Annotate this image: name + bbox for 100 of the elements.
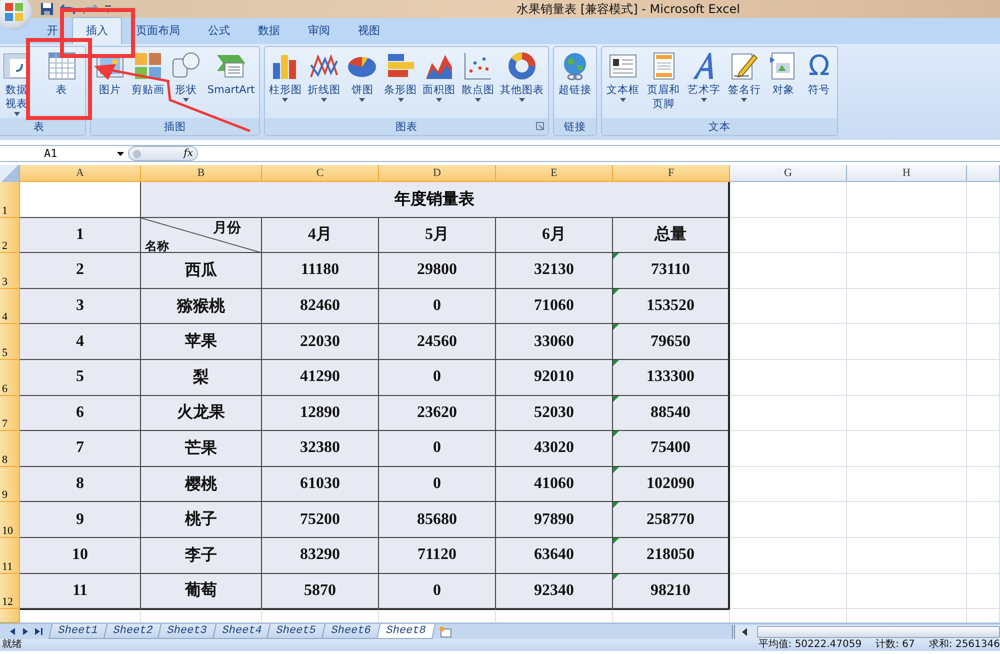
table-cell: 85680 <box>379 502 496 538</box>
table-cell: 2 <box>20 253 141 289</box>
horizontal-scrollbar[interactable] <box>732 624 1000 639</box>
column-header[interactable]: G <box>730 165 847 182</box>
row-header[interactable]: 8 <box>0 431 20 467</box>
column-header[interactable]: E <box>496 165 613 182</box>
column-header[interactable]: D <box>379 165 496 182</box>
column-header[interactable]: A <box>20 165 141 182</box>
ribbon-button[interactable]: 页眉和 页脚 <box>643 49 684 118</box>
scroll-left-icon[interactable] <box>741 628 749 636</box>
ribbon-tab[interactable]: 视图 <box>344 17 394 44</box>
row-header[interactable]: 6 <box>0 360 20 396</box>
ribbon-button[interactable]: 柱形图 <box>266 49 305 118</box>
ribbon-tab[interactable]: 开 <box>33 17 72 44</box>
table-cell: 葡萄 <box>141 574 262 610</box>
table-cell: 52030 <box>496 396 613 432</box>
row-header[interactable]: 4 <box>0 288 20 324</box>
ribbon-tab[interactable]: 数据 <box>244 17 294 44</box>
row-header[interactable]: 2 <box>0 218 20 254</box>
sheet-tab[interactable]: Sheet6 <box>321 624 380 640</box>
table-cell <box>967 288 1000 324</box>
first-sheet-icon[interactable] <box>8 627 17 636</box>
row-header[interactable]: 3 <box>0 253 20 289</box>
save-icon[interactable] <box>40 2 54 16</box>
office-button[interactable] <box>0 0 32 30</box>
ribbon-button[interactable]: 折线图 <box>304 49 344 118</box>
redo-icon[interactable] <box>82 2 98 16</box>
ribbon-button[interactable]: 其他图表 <box>497 49 548 118</box>
column-header[interactable]: C <box>262 165 379 182</box>
ribbon-button[interactable]: 饼图 <box>343 49 382 118</box>
table-cell: 4 <box>20 324 141 360</box>
scroll-thumb[interactable] <box>757 626 1000 638</box>
column-header[interactable]: F <box>613 165 730 182</box>
table-cell: 97890 <box>496 502 613 538</box>
table-cell: 29800 <box>379 253 496 289</box>
name-box[interactable]: A1 <box>0 146 128 161</box>
select-all-button[interactable] <box>0 165 20 182</box>
row-header[interactable]: 11 <box>0 538 20 574</box>
resize-handle[interactable] <box>133 150 141 158</box>
table-cell: 0 <box>379 574 496 610</box>
ribbon-button[interactable]: 文本框 <box>603 49 644 118</box>
dialog-launcher-icon[interactable] <box>536 122 544 130</box>
ribbon-button[interactable]: 剪贴画 <box>128 49 168 118</box>
insert-sheet-icon[interactable] <box>438 626 452 638</box>
ribbon-tab[interactable]: 插入 <box>72 17 122 44</box>
table-cell: 258770 <box>613 502 730 538</box>
table-cell: 92010 <box>496 360 613 396</box>
row-header[interactable]: 10 <box>0 502 20 538</box>
table-cell: 73110 <box>613 253 730 289</box>
table-cell: 12890 <box>262 396 379 432</box>
ribbon-button[interactable]: 面积图 <box>420 49 459 118</box>
ribbon-button[interactable]: 散点图 <box>458 49 498 118</box>
ribbon-button[interactable]: 超链接 <box>555 49 595 118</box>
ribbon-button[interactable]: 形状 <box>168 49 204 118</box>
column-header[interactable]: B <box>141 165 262 182</box>
sheet-tab[interactable]: Sheet4 <box>212 624 272 640</box>
ribbon-button[interactable]: Ω 符号 <box>802 49 836 118</box>
ribbon-button[interactable]: 艺术字 <box>684 49 724 118</box>
ribbon-tab[interactable]: 审阅 <box>294 17 344 44</box>
table-cell: 1 <box>20 218 141 254</box>
row-header[interactable]: 7 <box>0 396 20 432</box>
table-cell: 63640 <box>496 538 613 574</box>
column-header[interactable] <box>967 165 1000 182</box>
table-cell: 桃子 <box>141 502 262 538</box>
caret-icon <box>117 152 124 156</box>
ribbon-tab[interactable]: 公式 <box>194 17 244 44</box>
table-cell: 32380 <box>262 431 379 467</box>
table-cell: 33060 <box>496 324 613 360</box>
table-cell: 4月 <box>262 218 379 254</box>
row-header[interactable]: 5 <box>0 324 20 360</box>
ribbon-tab[interactable]: 页面布局 <box>122 17 194 44</box>
last-sheet-icon[interactable] <box>34 627 43 636</box>
sheet-tab[interactable]: Sheet8 <box>376 624 435 640</box>
table-cell: 7 <box>20 431 141 467</box>
ribbon-button[interactable]: 条形图 <box>381 49 420 118</box>
table-cell: 82460 <box>262 288 379 324</box>
ribbon-button[interactable]: 数据 视表 <box>0 49 39 118</box>
table-cell: 0 <box>379 466 496 502</box>
customize-menu-icon[interactable] <box>104 4 112 14</box>
ribbon-button[interactable]: SmartArt <box>204 49 258 118</box>
table-cell: 6月 <box>496 218 613 254</box>
sheet-tab[interactable]: Sheet3 <box>158 624 216 640</box>
row-header[interactable]: 1 <box>0 182 20 218</box>
row-header[interactable]: 9 <box>0 466 20 502</box>
table-cell: 10 <box>20 538 141 574</box>
undo-icon[interactable] <box>60 2 76 16</box>
table-cell: 24560 <box>379 324 496 360</box>
table-cell <box>967 431 1000 467</box>
table-cell <box>967 218 1000 254</box>
sheet-tab[interactable]: Sheet2 <box>103 624 162 640</box>
row-header[interactable]: 12 <box>0 574 20 610</box>
column-header[interactable]: H <box>847 165 967 182</box>
sheet-tab[interactable]: Sheet5 <box>266 624 326 640</box>
next-sheet-icon[interactable] <box>21 627 30 636</box>
ribbon-button[interactable]: 对象 <box>764 49 802 118</box>
table-cell <box>967 396 1000 432</box>
ribbon-button[interactable]: 签名行 <box>724 49 765 118</box>
insert-function-button[interactable]: fx <box>184 148 193 159</box>
ribbon-button[interactable]: 表 <box>39 49 84 118</box>
sheet-tab[interactable]: Sheet1 <box>48 624 108 640</box>
